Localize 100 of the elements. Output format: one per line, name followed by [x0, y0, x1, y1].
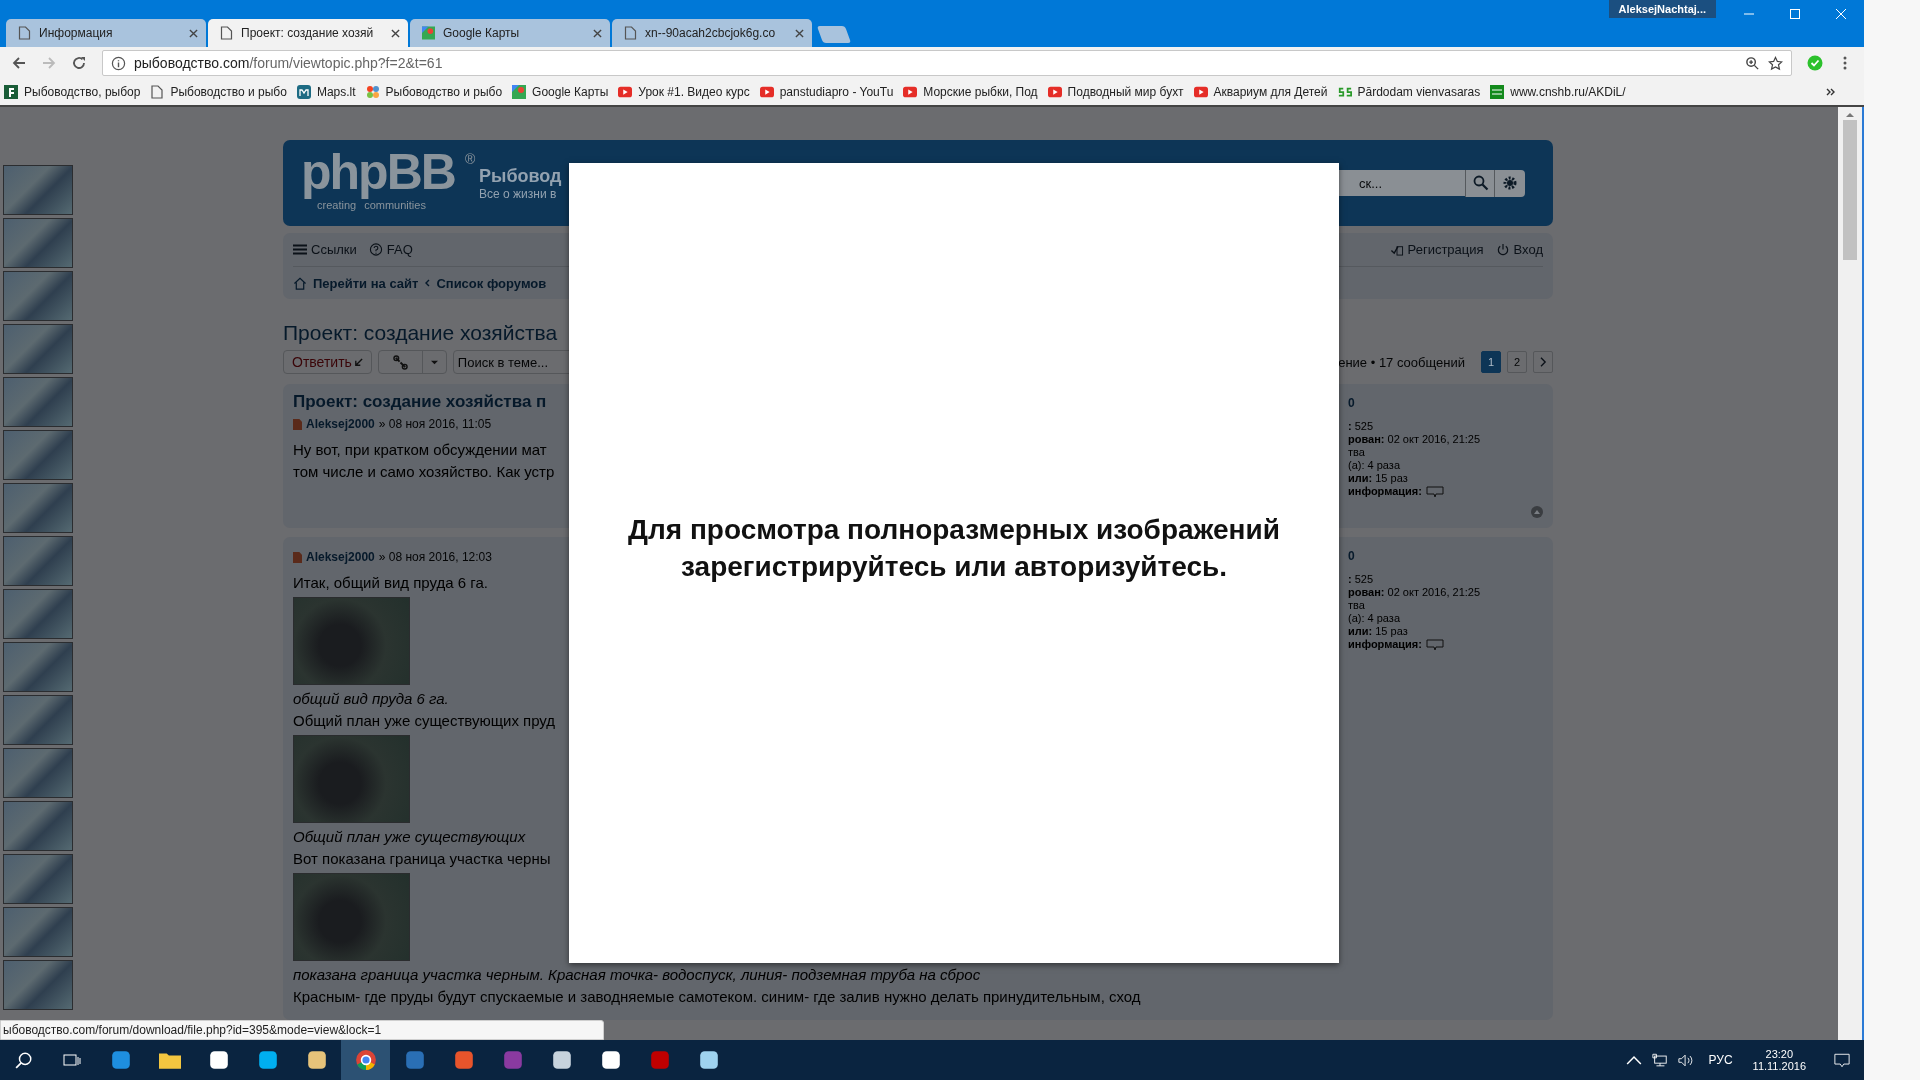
profile-detail: (а): 4 раза [1348, 459, 1401, 472]
play-icon [759, 85, 774, 99]
photo-placeholder[interactable] [3, 801, 73, 851]
app-icon [599, 1049, 622, 1071]
photo-placeholder[interactable] [3, 589, 73, 639]
profile-detail: или: 15 раз [1348, 625, 1409, 638]
profile-detail: тва [1348, 599, 1366, 612]
site-title: Рыбовод [479, 165, 562, 187]
search-button[interactable] [1465, 169, 1496, 197]
profile-detail: или: 15 раз [1348, 472, 1409, 485]
bookmark[interactable]: Подводный мир бухт [1047, 85, 1184, 99]
bookmark[interactable]: Морские рыбки, Под [903, 85, 1038, 99]
photo-placeholder[interactable] [3, 854, 73, 904]
photo-placeholder[interactable] [3, 377, 73, 427]
photo-placeholder[interactable] [3, 324, 73, 374]
squiggle-icon [1337, 85, 1352, 99]
photo-placeholder[interactable] [3, 218, 73, 268]
profile-button[interactable]: AleksejNachtaj... [1608, 0, 1716, 18]
page-icon [18, 26, 31, 40]
image-caption: Общий план уже существующих [293, 827, 527, 847]
photo-placeholder[interactable] [3, 960, 73, 1010]
photo-placeholder[interactable] [3, 907, 73, 957]
close-icon[interactable] [593, 28, 602, 38]
logo-text[interactable]: phpBB [301, 147, 455, 197]
page-icon [220, 26, 233, 40]
settings-button[interactable] [1494, 169, 1525, 197]
post-text: Общий план уже существующих пруд [293, 711, 557, 731]
scroll-up-icon[interactable] [1846, 112, 1854, 118]
photo-placeholder[interactable] [3, 483, 73, 533]
photo-placeholder[interactable] [3, 642, 73, 692]
bookmark[interactable]: Аквариум для Детей [1193, 85, 1328, 99]
page-button[interactable]: 2 [1507, 351, 1527, 373]
browser-tab[interactable]: xn--90acah2cbcjok6g.co [612, 19, 812, 47]
chevron-left-icon [424, 279, 431, 287]
post-icon[interactable] [293, 418, 302, 430]
logo-tagline: creating [317, 199, 357, 211]
photo-placeholder[interactable] [3, 430, 73, 480]
app-icon [256, 1049, 279, 1071]
photo-placeholder[interactable] [3, 536, 73, 586]
new-tab-button[interactable] [816, 26, 852, 43]
close-icon[interactable] [189, 28, 198, 38]
logo-tagline: communities [364, 199, 426, 211]
language-indicator[interactable]: РУС [1698, 1053, 1743, 1067]
bookmark[interactable]: Pārdodam vienvasaras [1337, 85, 1481, 99]
profile-detail: рован: 02 окт 2016, 21:25 [1348, 433, 1482, 446]
post-date: » 08 ноя 2016, 11:05 [378, 417, 492, 431]
bookmark[interactable]: Рыбоводство, рыбор [4, 85, 141, 99]
photo-placeholder[interactable] [3, 271, 73, 321]
square-icon [1490, 85, 1505, 99]
app-icon [305, 1049, 328, 1071]
app-icon [109, 1049, 132, 1071]
caret-icon [430, 358, 438, 366]
speech-bubble-icon[interactable] [1425, 638, 1444, 651]
bookmark[interactable]: Рыбоводство и рыбо [150, 85, 287, 99]
app-icon [207, 1049, 230, 1071]
address-field[interactable]: рыбоводство.com/forum/viewtopic.php?f=2&t=61 [102, 50, 1792, 76]
search-icon [1473, 175, 1489, 191]
page-icon [150, 85, 165, 99]
modal-message: Для просмотра полноразмерных изображений зарегистрируйтесь или авторизуйтесь. [627, 513, 1281, 584]
bookmark[interactable]: Рыбоводство и рыбо [365, 85, 503, 99]
close-icon[interactable] [391, 28, 400, 38]
browser-tab[interactable]: Проект: создание хозяй [208, 19, 408, 47]
profile-detail: : 525 [1348, 420, 1375, 433]
bookmark[interactable]: panstudiapro - YouTu [759, 85, 894, 99]
profile-detail: : 525 [1348, 573, 1375, 586]
post-text: Итак, общий вид пруда 6 га. [293, 573, 489, 593]
status-url: ыбоводство.com/forum/download/file.php?id=395&mode=view&lock=1 [0, 1020, 604, 1040]
help-icon [368, 243, 383, 256]
photo-placeholder[interactable] [3, 165, 73, 215]
browser-tab[interactable]: Google Карты [410, 19, 610, 47]
tools-button[interactable] [377, 350, 447, 374]
clock-button[interactable]: 23:20 11.11.2016 [1742, 1048, 1816, 1072]
chevron-right-icon [1539, 357, 1547, 367]
post-icon[interactable] [293, 551, 302, 563]
post-text: Вот показана граница участка черны [293, 849, 552, 869]
app-icon [550, 1049, 573, 1071]
close-icon[interactable] [795, 28, 804, 38]
double-chevron-icon[interactable] [1826, 87, 1836, 97]
info-icon [111, 55, 126, 71]
home-icon [293, 276, 307, 290]
bookmark[interactable]: Урок #1. Видео курс [618, 85, 750, 99]
speech-bubble-icon[interactable] [1425, 485, 1444, 498]
star-icon[interactable] [1768, 55, 1783, 71]
bookmark[interactable]: www.cnshb.ru/AKDiL/ [1490, 85, 1626, 99]
browser-tab[interactable]: Информация [6, 19, 206, 47]
next-page-button[interactable] [1533, 351, 1553, 373]
power-icon [1495, 243, 1510, 256]
post-count: ение • 17 сообщений [1338, 354, 1465, 370]
photo-placeholder[interactable] [3, 748, 73, 798]
bookmark[interactable]: Google Карты [512, 85, 609, 99]
photo-placeholder[interactable] [3, 695, 73, 745]
zoom-icon[interactable] [1745, 55, 1760, 71]
url-text[interactable]: рыбоводство.com/forum/viewtopic.php?f=2&t=61 [134, 55, 443, 71]
play-icon [1047, 85, 1062, 99]
scrollbar-thumb[interactable] [1843, 120, 1857, 260]
bookmark[interactable]: Maps.lt [296, 85, 356, 99]
page-button[interactable]: 1 [1481, 351, 1501, 373]
post-text: Ну вот, при кратком обсуждении мат [293, 440, 548, 460]
image-caption: показана граница участка черным. Красная точка- водоспуск, линия- подземная труба на сброс [293, 965, 982, 985]
map-icon [422, 26, 435, 40]
